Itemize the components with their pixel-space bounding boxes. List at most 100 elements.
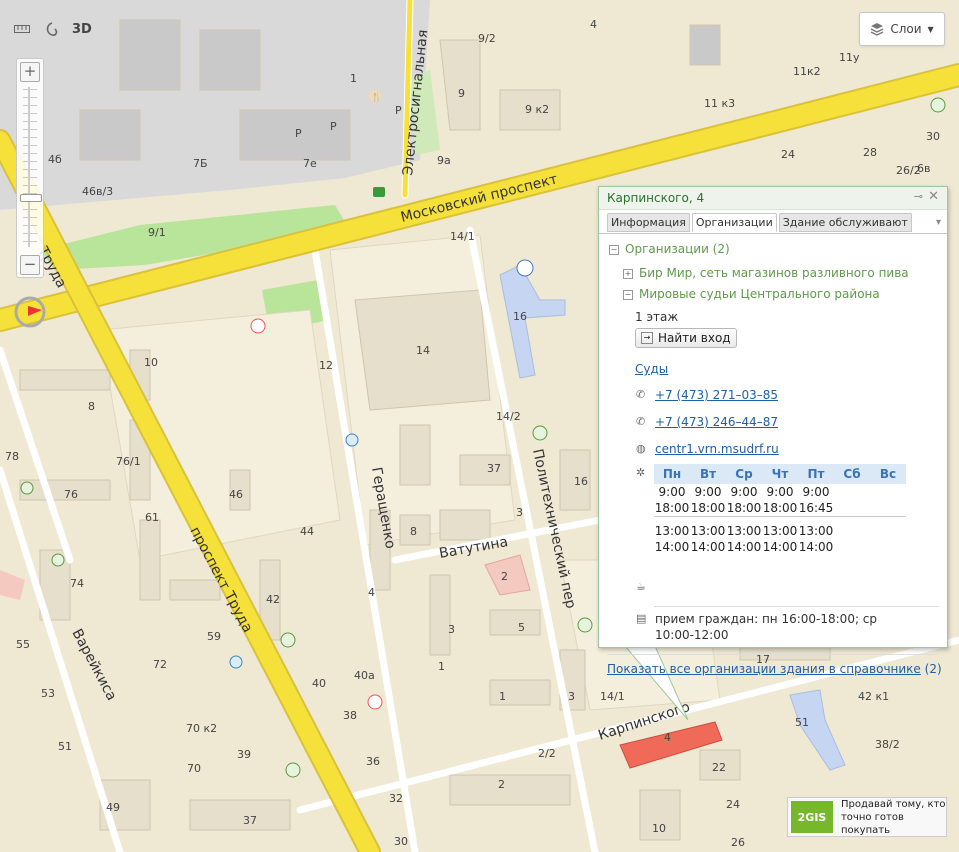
- building-number-label: 42 к1: [858, 690, 889, 703]
- popup-tabs: Информация Организации Здание обслуживаю…: [607, 213, 912, 232]
- tab-organizations[interactable]: Организации: [691, 213, 777, 232]
- schedule-table: Пн Вт Ср Чт Пт Сб Вс 9:00 9:00 9:00 9:00…: [654, 464, 906, 555]
- layers-button[interactable]: Слои ▼: [859, 12, 945, 46]
- collapse-icon[interactable]: −: [609, 245, 619, 255]
- building-number-label: 3: [516, 506, 523, 519]
- website-link[interactable]: centr1.vrn.msudrf.ru: [655, 442, 779, 456]
- work-end: 18:00: [726, 501, 762, 515]
- building-number-label: 2/2: [538, 747, 556, 760]
- org-item-1[interactable]: + Бир Мир, сеть магазинов разливного пива: [623, 266, 909, 280]
- zoom-in-button[interactable]: +: [20, 62, 40, 82]
- popup-title: Карпинского, 4: [607, 191, 705, 205]
- day-tue: Вт: [690, 464, 726, 484]
- layers-label: Слои: [890, 22, 922, 36]
- ruler-icon[interactable]: [12, 20, 32, 38]
- note-icon: ▤: [636, 612, 647, 625]
- building-number-label: 38: [343, 709, 357, 722]
- divider: [654, 606, 939, 607]
- building-number-label: 32: [389, 792, 403, 805]
- building-number-label: 4б: [48, 153, 62, 166]
- building-number-label: 46в/3: [82, 185, 113, 198]
- building-number-label: 10: [652, 822, 666, 835]
- pin-icon[interactable]: ⊸: [914, 190, 923, 203]
- building-number-label: 11к2: [793, 65, 821, 78]
- work-start: 9:00: [730, 485, 758, 499]
- expand-icon[interactable]: +: [623, 269, 633, 279]
- building-number-label: 26: [731, 836, 745, 849]
- close-icon[interactable]: ✕: [928, 189, 939, 204]
- coffee-break-icon: ☕: [636, 580, 646, 593]
- park-icon: [20, 481, 34, 495]
- route-icon[interactable]: [42, 20, 62, 38]
- building-number-label: 1: [350, 72, 357, 85]
- zoom-out-button[interactable]: −: [20, 255, 40, 275]
- building-number-label: 40а: [354, 669, 375, 682]
- sport-icon: [930, 97, 946, 113]
- building-number-label: 24: [726, 798, 740, 811]
- phone-1-link[interactable]: +7 (473) 271–03–85: [655, 388, 778, 402]
- library-icon: [229, 655, 243, 669]
- building-number-label: 9: [458, 87, 465, 100]
- collapse-icon[interactable]: −: [623, 290, 633, 300]
- building-number-label: 1: [499, 690, 506, 703]
- layers-icon: [871, 23, 884, 36]
- find-entrance-label: Найти вход: [658, 331, 731, 345]
- zoom-track[interactable]: [28, 87, 30, 247]
- zoom-control: + −: [16, 58, 44, 278]
- building-number-label: 42: [266, 593, 280, 606]
- popup-header: Карпинского, 4 ⊸ ✕: [599, 187, 947, 210]
- zoom-slider-handle[interactable]: [20, 194, 42, 202]
- clinic-icon: [280, 632, 296, 648]
- shop-icon-3: [577, 617, 593, 633]
- building-number-label: 7Б: [193, 157, 208, 170]
- tab-info[interactable]: Информация: [607, 213, 690, 232]
- pharmacy-icon-2: [367, 694, 383, 710]
- find-entrance-button[interactable]: → Найти вход: [635, 328, 737, 348]
- 2gis-ad-banner[interactable]: 2GIS Продавай тому, кто точно готов поку…: [787, 797, 947, 837]
- work-start: 9:00: [694, 485, 722, 499]
- break-start: 13:00: [726, 524, 762, 538]
- floor-label: 1 этаж: [635, 310, 679, 324]
- phone-2-link[interactable]: +7 (473) 246–44–87: [655, 415, 778, 429]
- tab-building-services[interactable]: Здание обслуживают: [778, 213, 912, 232]
- org-item-2[interactable]: − Мировые судьи Центрального района: [623, 287, 880, 301]
- building-number-label: 8: [410, 525, 417, 538]
- org-header-label: Организации (2): [625, 242, 730, 256]
- building-number-label: 10: [144, 356, 158, 369]
- work-end: 18:00: [762, 501, 798, 515]
- building-number-label: 37: [487, 462, 501, 475]
- childcare-icon: [345, 433, 359, 447]
- category-link[interactable]: Суды: [635, 362, 668, 376]
- clock-icon: ✲: [636, 466, 646, 479]
- building-number-label: 11у: [839, 51, 860, 64]
- building-number-label: 9а: [437, 154, 451, 167]
- building-number-label: 5: [518, 621, 525, 634]
- building-number-label: Р: [395, 104, 402, 117]
- divider: [607, 654, 939, 655]
- pharmacy-icon: [250, 318, 266, 334]
- building-number-label: 14/1: [450, 230, 475, 243]
- day-thu: Чт: [762, 464, 798, 484]
- building-number-label: 53: [41, 687, 55, 700]
- zoom-scale: [23, 89, 37, 245]
- tabs-more-icon[interactable]: ▾: [936, 217, 941, 228]
- org-header[interactable]: − Организации (2): [609, 242, 730, 256]
- map-toolbar: 3D: [12, 16, 92, 42]
- popup-body: − Организации (2) + Бир Мир, сеть магазино…: [599, 233, 947, 676]
- building-number-label: 2: [498, 778, 505, 791]
- org-item-1-label: Бир Мир, сеть магазинов разливного пива: [639, 266, 909, 280]
- building-number-label: 14: [416, 344, 430, 357]
- building-number-label: 74: [70, 577, 84, 590]
- break-start: 13:00: [762, 524, 798, 538]
- enter-icon: →: [641, 332, 653, 344]
- show-all-link[interactable]: Показать все организации здания в справо…: [607, 662, 921, 676]
- building-number-label: 40: [312, 677, 326, 690]
- day-mon: Пн: [654, 464, 690, 484]
- building-number-label: 11 к3: [704, 97, 735, 110]
- work-start: 9:00: [766, 485, 794, 499]
- shop-icon-2: [285, 762, 301, 778]
- building-number-label: 14/1: [600, 690, 625, 703]
- 3d-toggle-button[interactable]: 3D: [72, 22, 92, 37]
- building-info-popup: Карпинского, 4 ⊸ ✕ Информация Организаци…: [598, 186, 948, 676]
- building-number-label: 16: [513, 310, 527, 323]
